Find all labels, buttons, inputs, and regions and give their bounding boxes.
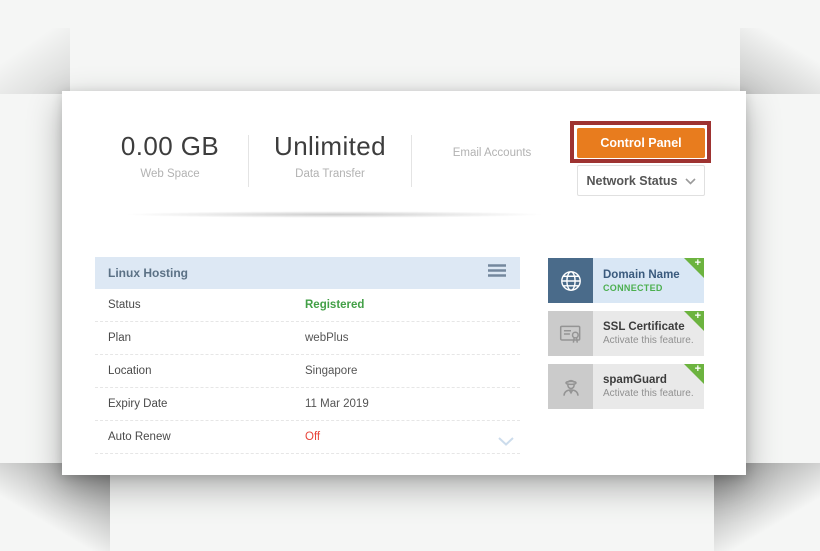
network-status-label: Network Status <box>586 173 678 188</box>
row-label: Plan <box>108 332 132 344</box>
certificate-icon <box>548 311 593 356</box>
card-shadow-top-right <box>740 28 820 94</box>
row-label: Auto Renew <box>108 431 171 443</box>
table-row-auto-renew[interactable]: Auto Renew Off <box>95 421 520 454</box>
status-value: Registered <box>305 299 365 311</box>
plus-icon: + <box>694 257 701 269</box>
auto-renew-value: Off <box>305 431 321 443</box>
email-accounts-label: Email Accounts <box>452 147 532 159</box>
location-value: Singapore <box>305 365 358 377</box>
stat-email-accounts: Email Accounts <box>412 131 572 159</box>
web-space-value: 0.00 GB <box>120 131 220 161</box>
row-label: Status <box>108 299 141 311</box>
hamburger-menu-icon[interactable] <box>487 263 507 283</box>
addon-status: CONNECTED <box>603 282 663 293</box>
plus-icon: + <box>694 310 701 322</box>
plan-value: webPlus <box>305 332 349 344</box>
table-row-status: Status Registered <box>95 289 520 322</box>
row-label: Location <box>108 365 152 377</box>
addon-subtitle: Activate this feature. <box>603 335 694 346</box>
card-shadow-bottom-left <box>0 463 110 551</box>
table-row-expiry-date: Expiry Date 11 Mar 2019 <box>95 388 520 421</box>
web-space-label: Web Space <box>140 168 200 180</box>
guard-icon <box>548 364 593 409</box>
dashboard-card: 0.00 GB Web Space Unlimited Data Transfe… <box>62 91 746 475</box>
card-shadow-bottom-right <box>714 463 820 551</box>
expiry-date-value: 11 Mar 2019 <box>305 398 369 410</box>
data-transfer-label: Data Transfer <box>295 168 365 180</box>
card-shadow-top-left <box>0 28 70 94</box>
row-label: Expiry Date <box>108 398 168 410</box>
addon-spamguard[interactable]: spamGuard Activate this feature. + <box>548 363 704 409</box>
chevron-down-icon[interactable] <box>498 433 514 451</box>
table-row-plan: Plan webPlus <box>95 322 520 355</box>
hosting-dashboard: 0.00 GB Web Space Unlimited Data Transfe… <box>0 0 820 551</box>
stat-data-transfer: Unlimited Data Transfer <box>249 131 411 180</box>
addon-subtitle: Activate this feature. <box>603 388 694 399</box>
chevron-down-icon <box>684 174 696 188</box>
addon-domain-name[interactable]: Domain Name CONNECTED + <box>548 257 704 303</box>
stats-panel-shadow <box>117 211 552 218</box>
table-row-location: Location Singapore <box>95 355 520 388</box>
globe-icon <box>548 258 593 303</box>
addon-ssl-certificate[interactable]: SSL Certificate Activate this feature. + <box>548 310 704 356</box>
network-status-button[interactable]: Network Status <box>577 165 705 196</box>
control-panel-button[interactable]: Control Panel <box>577 128 705 158</box>
addons-column: Domain Name CONNECTED + SSL Certificate … <box>548 257 704 417</box>
linux-hosting-title: Linux Hosting <box>108 266 188 280</box>
linux-hosting-header: Linux Hosting <box>95 257 520 289</box>
linux-hosting-table: Linux Hosting Status Registered Plan web… <box>95 257 520 454</box>
data-transfer-value: Unlimited <box>274 131 386 161</box>
stat-web-space: 0.00 GB Web Space <box>85 131 255 180</box>
plus-icon: + <box>694 363 701 375</box>
